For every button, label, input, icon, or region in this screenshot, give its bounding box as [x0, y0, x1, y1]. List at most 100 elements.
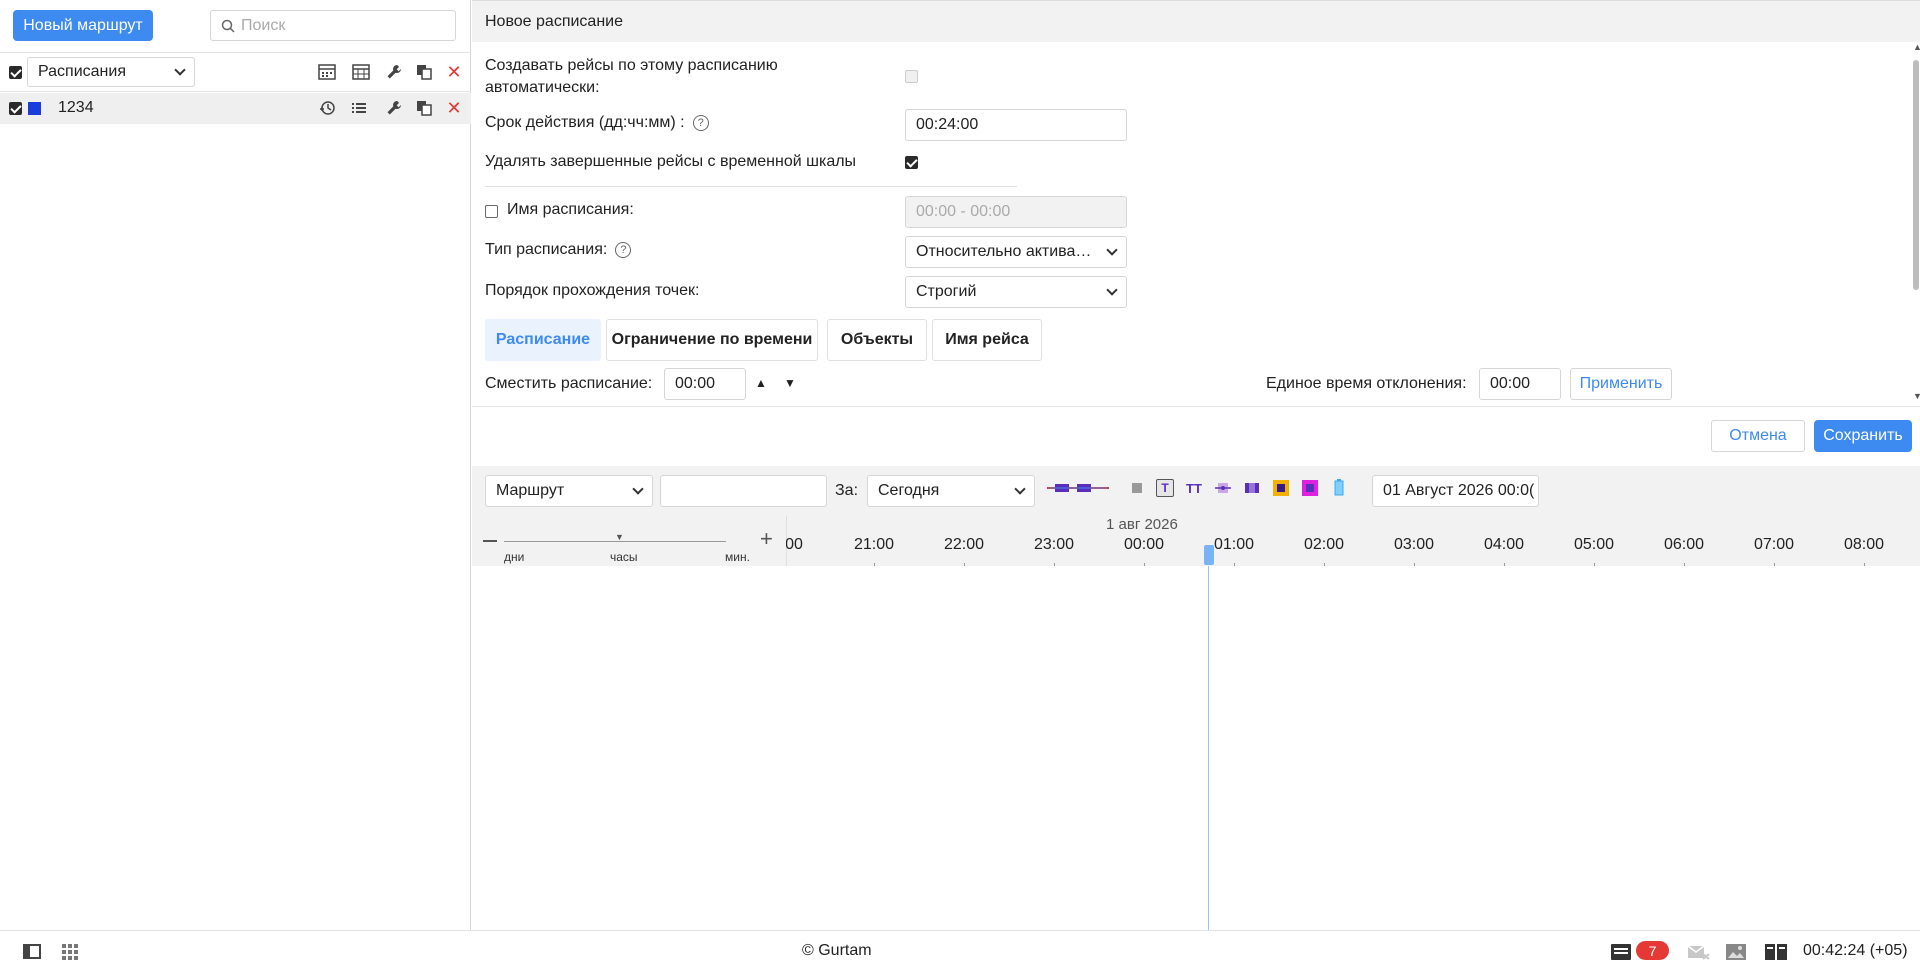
- panel-toggle-icon[interactable]: [23, 944, 41, 959]
- segment-icon[interactable]: [1243, 479, 1261, 497]
- tab-schedule[interactable]: Расписание: [485, 319, 601, 361]
- list-type-select[interactable]: Расписания: [27, 57, 195, 87]
- text-marker-icon[interactable]: T: [1156, 479, 1174, 497]
- delete-finished-label: Удалять завершенные рейсы с временной шк…: [485, 153, 857, 170]
- search-icon: [221, 19, 235, 33]
- book-icon[interactable]: [1765, 944, 1787, 965]
- schedule-type-value: Относительно актива…: [916, 243, 1092, 260]
- magenta-square-icon[interactable]: [1301, 479, 1319, 497]
- auto-create-checkbox[interactable]: [905, 70, 918, 83]
- hour-label: 21:00: [853, 536, 895, 553]
- hour-label: 04:00: [1483, 536, 1525, 553]
- points-order-label: Порядок прохождения точек:: [485, 282, 700, 299]
- shift-input[interactable]: 00:00: [664, 368, 746, 400]
- image-icon[interactable]: [1726, 944, 1746, 965]
- calendar-icon[interactable]: [316, 61, 338, 83]
- hour-tick: [1414, 563, 1415, 566]
- list-header: Расписания ✕: [0, 52, 471, 92]
- validity-label-row: Срок действия (дд:чч:мм) :?: [485, 114, 709, 132]
- points-order-select[interactable]: Строгий: [905, 276, 1127, 308]
- help-icon[interactable]: ?: [692, 114, 709, 131]
- schedule-name-input[interactable]: 00:00 - 00:00: [905, 196, 1127, 228]
- notifications-icon[interactable]: [1611, 944, 1631, 965]
- hour-label: 23:00: [1033, 536, 1075, 553]
- scroll-down-icon[interactable]: ▼: [1913, 391, 1920, 401]
- schedule-type-select[interactable]: Относительно актива…: [905, 236, 1127, 268]
- shift-label: Сместить расписание:: [485, 375, 653, 392]
- apply-button[interactable]: Применить: [1570, 368, 1672, 400]
- scroll-thumb[interactable]: [1913, 60, 1919, 290]
- deviation-input[interactable]: 00:00: [1479, 368, 1561, 400]
- hour-label: 02:00: [1303, 536, 1345, 553]
- tab-time-limit[interactable]: Ограничение по времени: [606, 319, 818, 361]
- arrow-up-icon[interactable]: ▲: [755, 376, 767, 390]
- table-icon[interactable]: [350, 61, 372, 83]
- hour-tick: [1324, 563, 1325, 566]
- list-item[interactable]: 1234 ✕: [0, 93, 471, 124]
- current-time-line: [1208, 566, 1209, 930]
- item-color-swatch: [28, 102, 41, 115]
- select-all-checkbox[interactable]: [9, 66, 22, 79]
- delete-icon[interactable]: ✕: [443, 97, 465, 119]
- current-time-handle[interactable]: [1204, 545, 1214, 565]
- hour-label: 22:00: [943, 536, 985, 553]
- plus-icon[interactable]: +: [760, 528, 773, 550]
- arrow-down-icon[interactable]: ▼: [784, 376, 796, 390]
- wrench-icon[interactable]: [383, 97, 405, 119]
- hour-tick: [1594, 563, 1595, 566]
- deviation-value: 00:00: [1490, 375, 1531, 392]
- new-route-button[interactable]: Новый маршрут: [13, 10, 153, 41]
- delete-finished-checkbox[interactable]: [905, 156, 918, 169]
- tab-trip-name[interactable]: Имя рейса: [932, 319, 1042, 361]
- list-type-value: Расписания: [38, 63, 126, 80]
- point-marker-icon[interactable]: [1214, 479, 1232, 497]
- notifications-badge[interactable]: 7: [1636, 941, 1669, 960]
- hour-label: 00:00: [1123, 536, 1165, 553]
- validity-input[interactable]: 00:24:00: [905, 109, 1127, 141]
- period-select[interactable]: Сегодня: [867, 475, 1035, 507]
- schedule-editor: Новое расписание Создавать рейсы по этом…: [472, 0, 1920, 930]
- cancel-button[interactable]: Отмена: [1711, 420, 1805, 452]
- period-value: Сегодня: [878, 482, 940, 499]
- list-icon[interactable]: [348, 97, 370, 119]
- scrollbar[interactable]: ▲ ▼: [1912, 42, 1920, 402]
- history-icon[interactable]: [316, 97, 338, 119]
- status-bar: © Gurtam 7 00:42:24 (+05): [0, 930, 1920, 969]
- track-view-icon[interactable]: [1047, 479, 1109, 497]
- mail-icon[interactable]: [1687, 944, 1710, 965]
- help-icon[interactable]: ?: [615, 241, 632, 258]
- chevron-down-icon: [174, 64, 186, 76]
- hour-tick: [1774, 563, 1775, 566]
- zoom-handle[interactable]: ▼: [615, 532, 624, 542]
- copy-icon[interactable]: [413, 61, 435, 83]
- scroll-up-icon[interactable]: ▲: [1913, 42, 1920, 52]
- chevron-down-icon: [632, 483, 644, 495]
- double-text-icon[interactable]: TT: [1185, 479, 1203, 497]
- item-checkbox[interactable]: [9, 102, 22, 115]
- stop-icon[interactable]: [1128, 479, 1146, 497]
- timeline-mode-select[interactable]: Маршрут: [485, 475, 653, 507]
- hour-tick: [874, 563, 875, 566]
- yellow-square-icon[interactable]: [1272, 479, 1290, 497]
- delete-icon[interactable]: ✕: [443, 61, 465, 83]
- divider: [485, 186, 1017, 187]
- schedule-name-checkbox[interactable]: [485, 205, 498, 218]
- shift-value: 00:00: [675, 375, 716, 392]
- scale-label-minutes: мин.: [725, 550, 750, 564]
- battery-icon[interactable]: [1330, 479, 1348, 497]
- search-input[interactable]: Поиск: [210, 10, 456, 41]
- apps-grid-icon[interactable]: [62, 944, 78, 965]
- wrench-icon[interactable]: [383, 61, 405, 83]
- copy-icon[interactable]: [413, 97, 435, 119]
- zoom-out-icon[interactable]: [483, 540, 497, 542]
- save-button[interactable]: Сохранить: [1814, 420, 1912, 452]
- hour-tick: [964, 563, 965, 566]
- panel-header: Новое расписание: [472, 0, 1920, 42]
- date-picker-input[interactable]: 01 Август 2026 00:0(: [1372, 475, 1539, 507]
- tab-objects[interactable]: Объекты: [827, 319, 927, 361]
- hour-tick: [1684, 563, 1685, 566]
- chevron-down-icon: [1106, 244, 1118, 256]
- timeline-filter-input[interactable]: [660, 475, 827, 507]
- chevron-down-icon: [1014, 483, 1026, 495]
- chevron-down-icon: [1106, 284, 1118, 296]
